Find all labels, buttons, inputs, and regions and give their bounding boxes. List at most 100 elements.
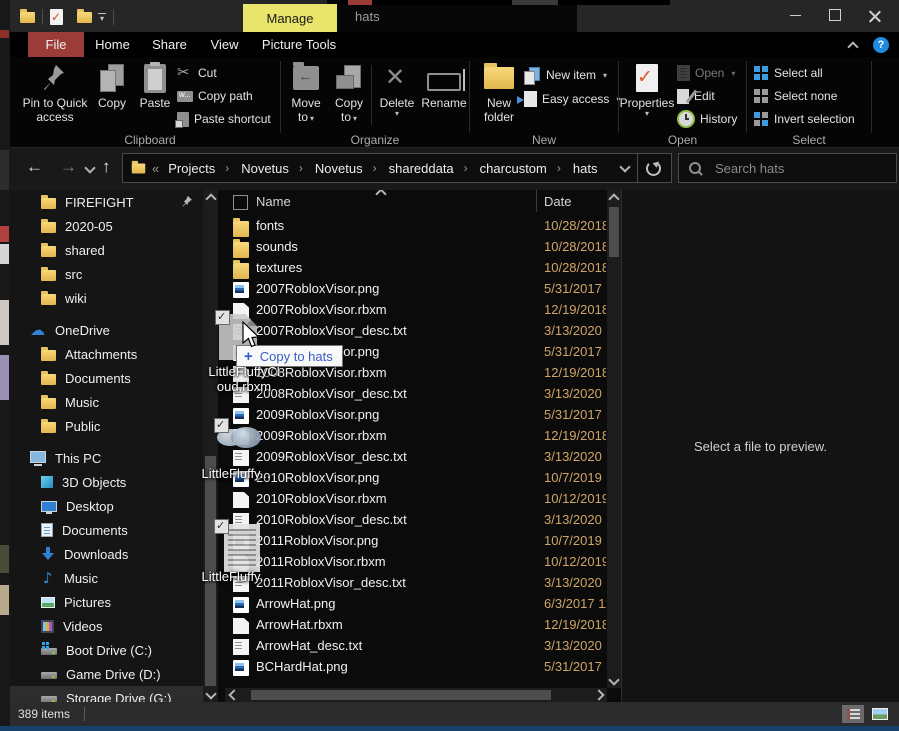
sidebar-scrollbar[interactable] xyxy=(203,190,218,702)
file-row[interactable]: ArrowHat_desc.txt 3/13/2020 8 xyxy=(225,636,607,657)
sidebar-item[interactable]: 2020-05 xyxy=(10,214,203,238)
sidebar-item[interactable]: Attachments xyxy=(10,342,203,366)
file-row[interactable]: 2011RobloxVisor.rbxm 10/12/2019 xyxy=(225,552,607,573)
breadcrumb-item[interactable]: hats› xyxy=(568,161,603,176)
ribbon-tab[interactable]: Share xyxy=(141,32,198,57)
minimize-button[interactable] xyxy=(790,15,801,16)
scroll-left-icon[interactable] xyxy=(225,688,239,702)
column-divider[interactable] xyxy=(536,190,537,212)
pin-to-quick-access-button[interactable]: Pin to Quick access xyxy=(22,60,88,124)
breadcrumb-item[interactable]: charcustom› xyxy=(475,161,566,176)
sidebar-item[interactable]: Music xyxy=(10,390,203,414)
breadcrumb-item[interactable]: Novetus› xyxy=(236,161,308,176)
scrollbar-thumb[interactable] xyxy=(251,690,551,700)
sidebar-item[interactable]: Downloads xyxy=(10,542,203,566)
properties-check-icon[interactable] xyxy=(50,9,63,25)
select-none-button[interactable]: Select none xyxy=(754,86,837,106)
address-dropdown-icon[interactable] xyxy=(619,161,630,172)
file-row[interactable]: 2010RobloxVisor_desc.txt 3/13/2020 8 xyxy=(225,510,607,531)
file-row[interactable]: 2007RobloxVisor.png 5/31/2017 7 xyxy=(225,279,607,300)
file-row[interactable]: 2011RobloxVisor_desc.txt 3/13/2020 8 xyxy=(225,573,607,594)
sidebar-item[interactable]: Game Drive (D:) xyxy=(10,662,203,686)
ribbon-tab[interactable]: Home xyxy=(84,32,141,57)
search-input[interactable] xyxy=(713,160,867,177)
cut-button[interactable]: Cut xyxy=(177,63,217,83)
scroll-down-icon[interactable] xyxy=(203,688,218,702)
copy-button[interactable]: Copy xyxy=(92,60,132,110)
help-icon[interactable]: ? xyxy=(873,37,889,53)
move-to-button[interactable]: Move to▾ xyxy=(285,60,327,126)
file-row[interactable]: textures 10/28/2018 xyxy=(225,258,607,279)
new-item-button[interactable]: New item▾ xyxy=(524,65,607,85)
column-header-name[interactable]: Name xyxy=(256,194,291,209)
recent-locations-icon[interactable] xyxy=(84,162,95,173)
file-row[interactable]: 2007RobloxVisor_desc.txt 3/13/2020 8 xyxy=(225,321,607,342)
scroll-up-icon[interactable] xyxy=(607,190,621,204)
sidebar-item[interactable]: Videos xyxy=(10,614,203,638)
select-all-checkbox[interactable] xyxy=(233,195,248,210)
scroll-down-icon[interactable] xyxy=(607,674,621,688)
forward-icon[interactable]: → xyxy=(60,157,77,177)
close-button[interactable] xyxy=(869,9,881,21)
ribbon-tab[interactable]: Picture Tools xyxy=(251,32,347,57)
tab-manage[interactable]: Manage xyxy=(243,4,337,32)
sidebar-item[interactable]: src xyxy=(10,262,203,286)
properties-button[interactable]: Properties ▾ xyxy=(622,60,672,118)
file-row[interactable]: 2010RobloxVisor.rbxm 10/12/2019 xyxy=(225,489,607,510)
sidebar-item[interactable]: Public xyxy=(10,414,203,438)
history-button[interactable]: History xyxy=(677,109,737,129)
invert-selection-button[interactable]: Invert selection xyxy=(754,109,855,129)
file-row[interactable]: 2009RobloxVisor_desc.txt 3/13/2020 8 xyxy=(225,447,607,468)
file-row[interactable]: ArrowHat.rbxm 12/19/2018 xyxy=(225,615,607,636)
sidebar-item[interactable]: wiki xyxy=(10,286,203,310)
ribbon-tab[interactable]: File xyxy=(28,32,84,57)
delete-button[interactable]: Delete ▾ xyxy=(376,60,418,118)
maximize-button[interactable] xyxy=(829,9,841,21)
breadcrumb-item[interactable]: Novetus› xyxy=(310,161,382,176)
details-view-button[interactable] xyxy=(842,705,864,723)
breadcrumb-item[interactable]: Projects› xyxy=(163,161,234,176)
sidebar-item[interactable]: Documents xyxy=(10,518,203,542)
rename-button[interactable]: Rename xyxy=(419,60,469,110)
breadcrumb-overflow[interactable]: « xyxy=(152,161,159,176)
file-row[interactable]: 2009RobloxVisor.rbxm 12/19/2018 xyxy=(225,426,607,447)
search-box[interactable] xyxy=(678,153,897,183)
sidebar-item[interactable]: Boot Drive (C:) xyxy=(10,638,203,662)
sidebar-item[interactable]: Storage Drive (G:) xyxy=(10,686,203,702)
file-row[interactable]: sounds 10/28/2018 xyxy=(225,237,607,258)
file-row[interactable]: 2009RobloxVisor.png 5/31/2017 7 xyxy=(225,405,607,426)
sidebar-item[interactable]: Music xyxy=(10,566,203,590)
sidebar-item[interactable]: FIREFIGHT xyxy=(10,190,203,214)
file-row[interactable]: 2007RobloxVisor.rbxm 12/19/2018 xyxy=(225,300,607,321)
collapse-ribbon-icon[interactable] xyxy=(847,41,858,52)
up-icon[interactable]: ↑ xyxy=(102,157,111,177)
breadcrumb-item[interactable]: shareddata› xyxy=(384,161,473,176)
scrollbar-thumb[interactable] xyxy=(609,207,619,257)
sidebar-item[interactable]: This PC xyxy=(10,446,203,470)
copy-path-button[interactable]: Copy path xyxy=(177,86,253,106)
column-header-date[interactable]: Date xyxy=(544,194,571,209)
file-row[interactable]: 2010RobloxVisor.png 10/7/2019 3 xyxy=(225,468,607,489)
paste-shortcut-button[interactable]: Paste shortcut xyxy=(177,109,271,129)
file-row[interactable]: BCHardHat.png 5/31/2017 7 xyxy=(225,657,607,678)
file-row[interactable]: 2011RobloxVisor.png 10/7/2019 3 xyxy=(225,531,607,552)
scroll-up-icon[interactable] xyxy=(203,190,218,204)
sidebar-item[interactable]: OneDrive xyxy=(10,318,203,342)
select-all-button[interactable]: Select all xyxy=(754,63,823,83)
open-button[interactable]: Open▾ xyxy=(677,63,735,83)
customize-toolbar-dropdown-icon[interactable]: ▾ xyxy=(98,13,106,21)
new-folder-button[interactable]: New folder xyxy=(476,60,522,124)
copy-to-button[interactable]: Copy to▾ xyxy=(328,60,370,126)
scroll-right-icon[interactable] xyxy=(593,688,607,702)
sidebar-item[interactable]: Documents xyxy=(10,366,203,390)
back-icon[interactable]: ← xyxy=(26,157,43,177)
sidebar-item[interactable]: 3D Objects xyxy=(10,470,203,494)
thumbnails-view-button[interactable] xyxy=(869,705,891,723)
paste-button[interactable]: Paste xyxy=(134,60,176,110)
list-vertical-scrollbar[interactable] xyxy=(607,190,621,688)
easy-access-button[interactable]: Easy access▾ xyxy=(524,89,620,109)
list-horizontal-scrollbar[interactable] xyxy=(225,688,607,702)
sidebar-item[interactable]: Pictures xyxy=(10,590,203,614)
folder-icon[interactable] xyxy=(20,12,35,23)
ribbon-tab[interactable]: View xyxy=(198,32,251,57)
